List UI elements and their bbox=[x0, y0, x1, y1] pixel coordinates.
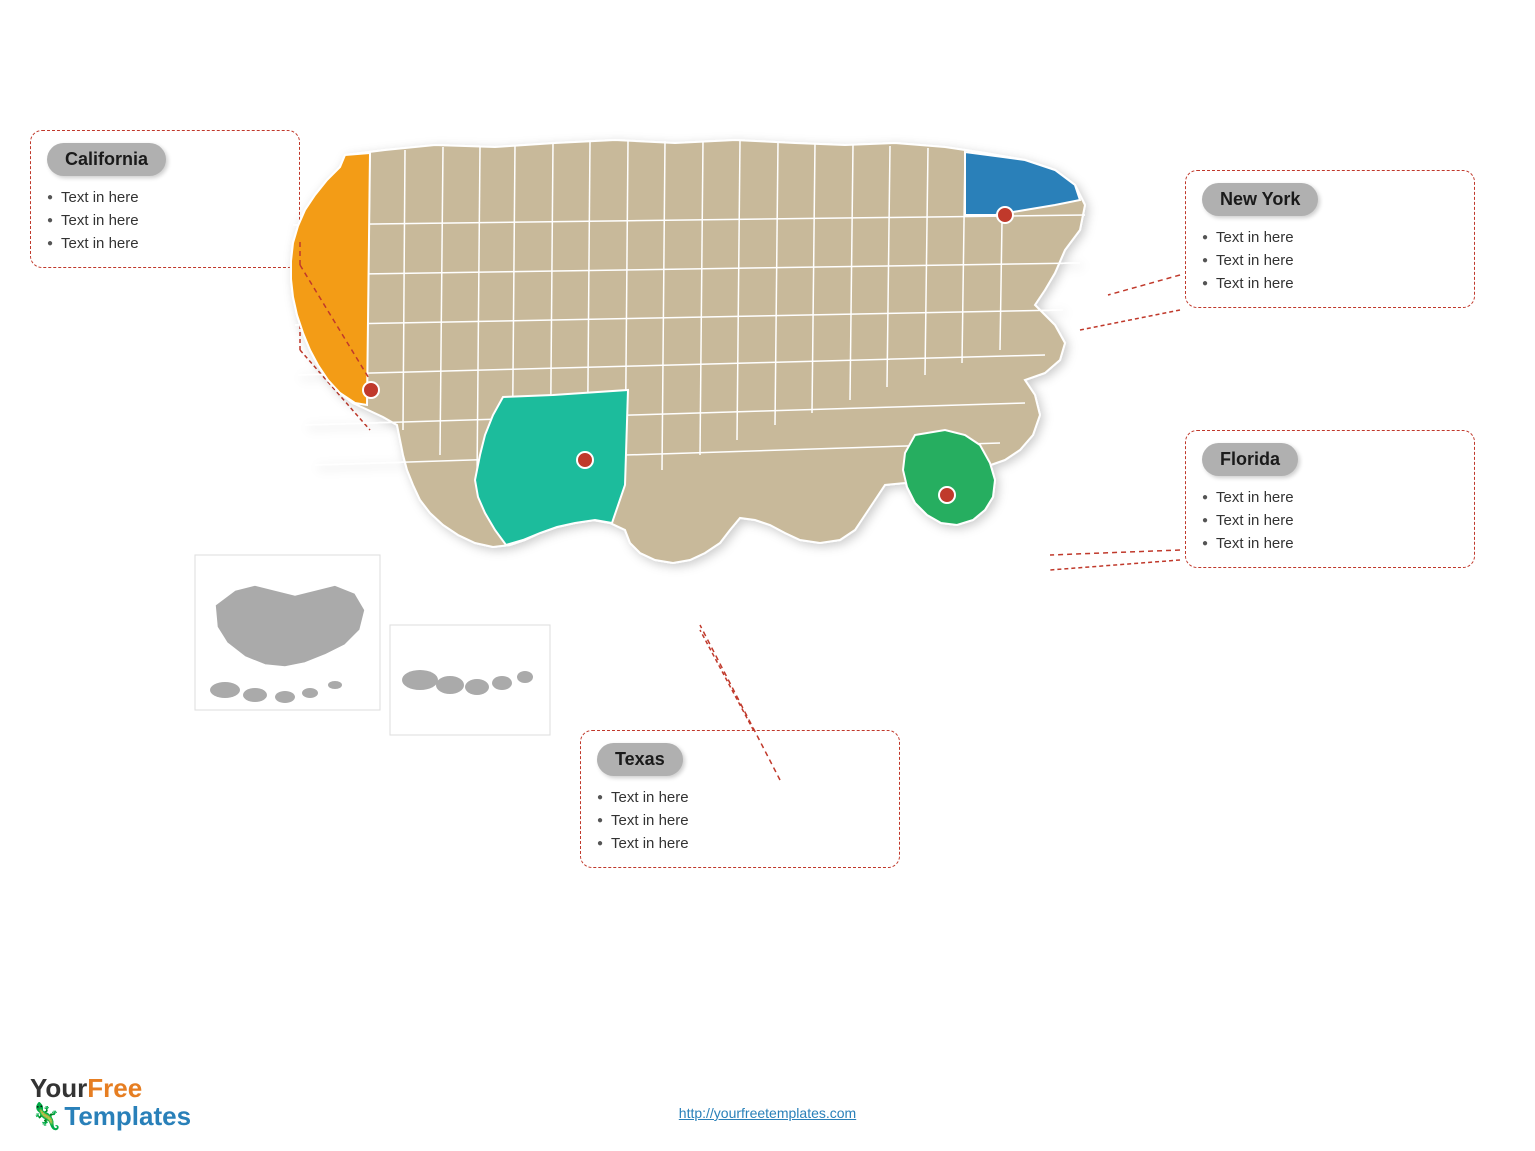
logo-templates: Templates bbox=[64, 1102, 191, 1131]
florida-item-1: Text in here bbox=[1202, 486, 1458, 509]
newyork-item-3: Text in here bbox=[1202, 272, 1458, 295]
newyork-title-pill: New York bbox=[1202, 183, 1318, 216]
newyork-list: Text in here Text in here Text in here bbox=[1202, 226, 1458, 295]
florida-box: Florida Text in here Text in here Text i… bbox=[1185, 430, 1475, 568]
logo-your: Your bbox=[30, 1074, 87, 1103]
florida-list: Text in here Text in here Text in here bbox=[1202, 486, 1458, 555]
texas-item-2: Text in here bbox=[597, 809, 883, 832]
newyork-item-2: Text in here bbox=[1202, 249, 1458, 272]
footer-url[interactable]: http://yourfreetemplates.com bbox=[679, 1105, 856, 1121]
logo-free: Free bbox=[87, 1074, 142, 1103]
newyork-title: New York bbox=[1220, 189, 1300, 209]
usa-map bbox=[185, 115, 1105, 755]
florida-title-pill: Florida bbox=[1202, 443, 1298, 476]
texas-list: Text in here Text in here Text in here bbox=[597, 786, 883, 855]
texas-item-3: Text in here bbox=[597, 832, 883, 855]
texas-item-1: Text in here bbox=[597, 786, 883, 809]
florida-item-3: Text in here bbox=[1202, 532, 1458, 555]
california-title: California bbox=[65, 149, 148, 169]
florida-item-2: Text in here bbox=[1202, 509, 1458, 532]
newyork-item-1: Text in here bbox=[1202, 226, 1458, 249]
florida-title: Florida bbox=[1220, 449, 1280, 469]
california-title-pill: California bbox=[47, 143, 166, 176]
footer-logo: Your Free 🦎 Templates bbox=[30, 1074, 191, 1131]
newyork-box: New York Text in here Text in here Text … bbox=[1185, 170, 1475, 308]
